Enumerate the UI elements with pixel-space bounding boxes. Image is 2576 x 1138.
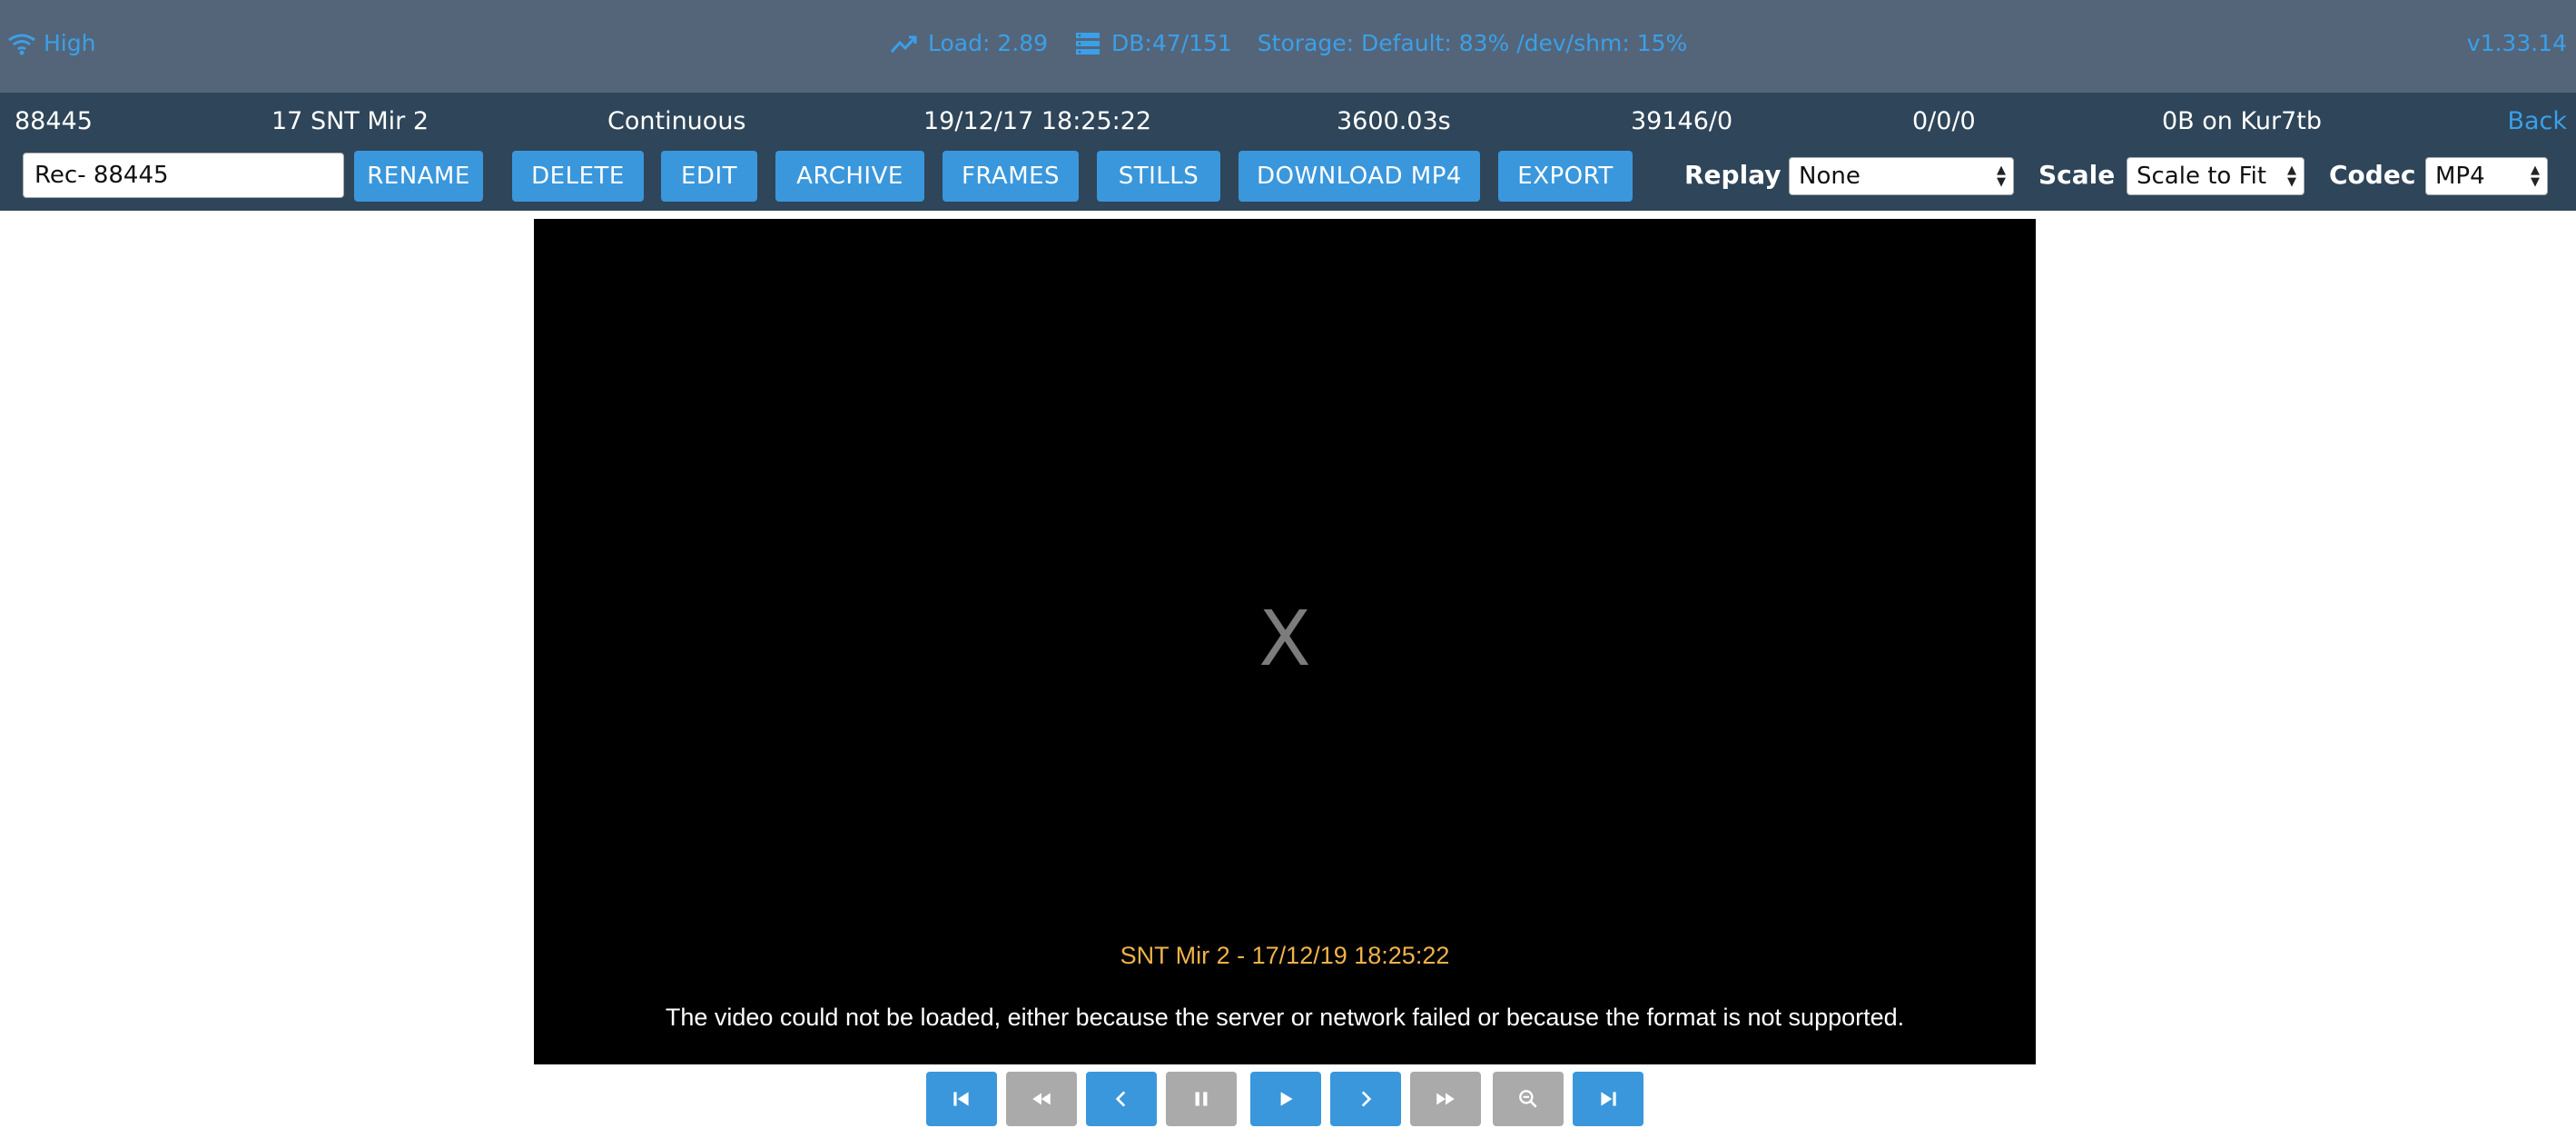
codec-label: Codec <box>2329 160 2416 190</box>
fast-rewind-button[interactable] <box>1006 1072 1077 1126</box>
video-caption: SNT Mir 2 - 17/12/19 18:25:22 <box>1120 942 1450 969</box>
rename-button[interactable]: RENAME <box>354 151 483 202</box>
replay-select-value: None <box>1799 163 1860 190</box>
status-bar: High Load: 2.89 DB:47/151 Storage: Defau… <box>0 0 2576 93</box>
signal-indicator: High <box>7 30 95 56</box>
select-arrows-icon: ▲ ▼ <box>2531 163 2540 189</box>
version-label: v1.33.14 <box>2466 30 2567 56</box>
frames-button[interactable]: FRAMES <box>943 151 1079 202</box>
storage-indicator: Storage: Default: 83% /dev/shm: 15% <box>1258 30 1687 56</box>
archive-button[interactable]: ARCHIVE <box>775 151 924 202</box>
event-scores: 0/0/0 <box>1912 107 1976 135</box>
step-forward-button[interactable] <box>1330 1072 1401 1126</box>
video-player[interactable]: X SNT Mir 2 - 17/12/19 18:25:22 The vide… <box>534 219 2036 1064</box>
skip-previous-icon <box>953 1092 969 1106</box>
database-icon <box>1076 32 1100 54</box>
db-indicator: DB:47/151 <box>1073 30 1232 56</box>
wifi-icon <box>8 34 35 54</box>
event-id: 88445 <box>15 107 93 135</box>
download-mp4-button[interactable]: DOWNLOAD MP4 <box>1239 151 1480 202</box>
prev-event-button[interactable] <box>926 1072 997 1126</box>
edit-button[interactable]: EDIT <box>661 151 757 202</box>
scale-select-value: Scale to Fit <box>2137 163 2267 190</box>
export-button[interactable]: EXPORT <box>1498 151 1633 202</box>
back-link[interactable]: Back <box>2507 107 2567 135</box>
event-monitor: 17 SNT Mir 2 <box>271 107 429 135</box>
fast-forward-button[interactable] <box>1410 1072 1481 1126</box>
stills-button[interactable]: STILLS <box>1097 151 1220 202</box>
video-error-message: The video could not be loaded, either be… <box>665 1004 1905 1031</box>
delete-button[interactable]: DELETE <box>512 151 644 202</box>
select-arrows-icon: ▲ ▼ <box>2287 163 2296 189</box>
pause-icon <box>1195 1092 1208 1106</box>
skip-next-icon <box>1601 1092 1616 1106</box>
signal-label: High <box>44 30 96 56</box>
play-icon <box>1280 1092 1293 1106</box>
storage-value: Storage: Default: 83% /dev/shm: 15% <box>1257 30 1688 56</box>
step-back-button[interactable] <box>1086 1072 1157 1126</box>
scale-select[interactable]: Scale to Fit ▲ ▼ <box>2127 157 2305 195</box>
replay-select[interactable]: None ▲ ▼ <box>1789 157 2014 195</box>
replay-label: Replay <box>1684 160 1781 190</box>
codec-select-value: MP4 <box>2435 163 2485 190</box>
scale-label: Scale <box>2038 160 2116 190</box>
chevron-right-icon <box>1361 1091 1372 1107</box>
video-error-placeholder: X <box>1258 594 1311 683</box>
event-toolbar: RENAME DELETE EDIT ARCHIVE FRAMES STILLS… <box>0 151 2576 202</box>
select-arrows-icon: ▲ ▼ <box>1997 163 2006 189</box>
load-indicator: Load: 2.89 <box>890 30 1048 56</box>
play-button[interactable] <box>1250 1072 1321 1126</box>
event-cause: Continuous <box>607 107 746 135</box>
next-event-button[interactable] <box>1573 1072 1643 1126</box>
event-name-input[interactable] <box>23 153 344 198</box>
zoom-out-button[interactable] <box>1493 1072 1564 1126</box>
event-start-time: 19/12/17 18:25:22 <box>923 107 1152 135</box>
chevron-left-icon <box>1115 1091 1126 1107</box>
codec-select[interactable]: MP4 ▲ ▼ <box>2425 157 2548 195</box>
pause-button[interactable] <box>1166 1072 1237 1126</box>
db-value: DB:47/151 <box>1111 30 1232 56</box>
load-value: Load: 2.89 <box>928 30 1049 56</box>
event-frames: 39146/0 <box>1631 107 1733 135</box>
trending-up-icon <box>890 35 917 53</box>
zoom-out-icon <box>1519 1090 1537 1108</box>
event-duration: 3600.03s <box>1337 107 1451 135</box>
event-disk: 0B on Kur7tb <box>2162 107 2322 135</box>
fast-rewind-icon <box>1032 1093 1051 1105</box>
fast-forward-icon <box>1436 1093 1455 1105</box>
